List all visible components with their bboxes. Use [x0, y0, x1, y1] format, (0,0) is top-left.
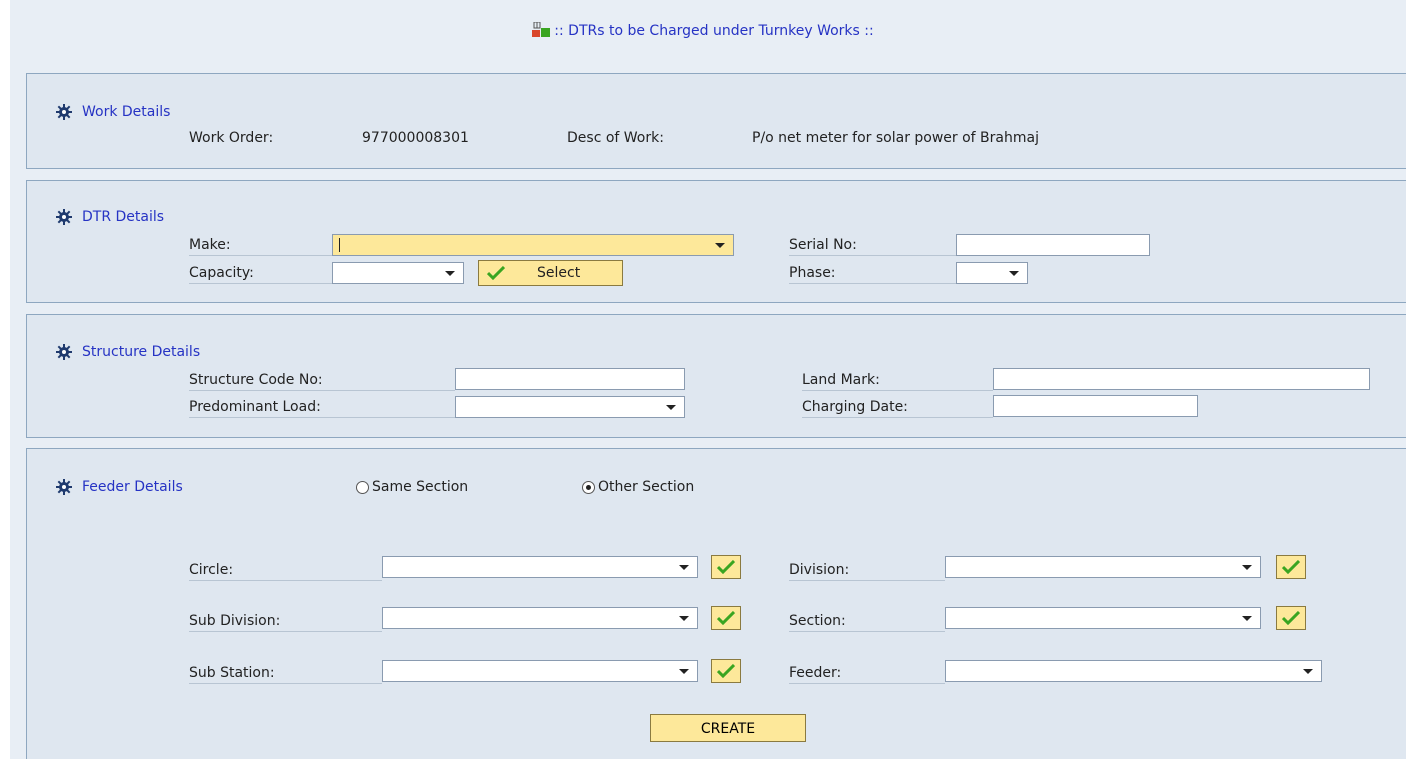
chevron-down-icon — [1303, 669, 1313, 674]
check-icon — [717, 664, 735, 678]
feeder-details-heading-text: Feeder Details — [82, 479, 183, 495]
work-details-heading-text: Work Details — [82, 104, 171, 120]
page-title: :: DTRs to be Charged under Turnkey Work… — [0, 22, 1406, 39]
chevron-down-icon — [715, 243, 725, 248]
phase-select[interactable] — [956, 262, 1028, 284]
chevron-down-icon — [679, 616, 689, 621]
structure-code-input[interactable] — [455, 368, 685, 390]
capacity-label: Capacity: — [189, 265, 332, 284]
division-select[interactable] — [945, 556, 1261, 578]
sub-station-label: Sub Station: — [189, 665, 382, 684]
radio-button-selected-icon — [582, 480, 595, 494]
dtr-details-heading-text: DTR Details — [82, 209, 165, 225]
capacity-select[interactable] — [332, 262, 464, 284]
chevron-down-icon — [1009, 271, 1019, 276]
circle-select[interactable] — [382, 556, 698, 578]
page-title-text: :: DTRs to be Charged under Turnkey Work… — [554, 23, 874, 39]
radio-other-section-label: Other Section — [598, 479, 695, 495]
section-label: Section: — [789, 613, 945, 632]
radio-same-section-label: Same Section — [372, 479, 469, 495]
chevron-down-icon — [679, 565, 689, 570]
make-label: Make: — [189, 237, 332, 256]
predominant-load-select[interactable] — [455, 396, 685, 418]
structure-details-heading-text: Structure Details — [82, 344, 201, 360]
work-details-heading: Work Details — [56, 104, 170, 120]
work-order-label: Work Order: — [189, 130, 274, 146]
desc-of-work-label: Desc of Work: — [567, 130, 664, 146]
land-mark-label: Land Mark: — [802, 372, 993, 391]
chevron-down-icon — [679, 669, 689, 674]
make-select[interactable] — [332, 234, 734, 256]
radio-button-icon — [356, 480, 369, 494]
gear-icon — [56, 104, 72, 120]
predominant-load-label: Predominant Load: — [189, 399, 455, 418]
check-icon — [717, 560, 735, 574]
transformer-icon — [532, 22, 551, 37]
radio-other-section[interactable]: Other Section — [582, 479, 694, 495]
radio-same-section[interactable]: Same Section — [356, 479, 468, 495]
feeder-select[interactable] — [945, 660, 1322, 682]
check-icon — [717, 611, 735, 625]
work-order-value: 977000008301 — [362, 130, 469, 146]
feeder-details-heading: Feeder Details — [56, 479, 183, 495]
division-confirm-button[interactable] — [1276, 555, 1306, 579]
select-button-label: Select — [537, 265, 581, 281]
feeder-details-panel — [26, 448, 1406, 759]
feeder-label: Feeder: — [789, 665, 945, 684]
gear-icon — [56, 344, 72, 360]
charging-date-input[interactable] — [993, 395, 1198, 417]
sub-division-select[interactable] — [382, 607, 698, 629]
circle-confirm-button[interactable] — [711, 555, 741, 579]
text-caret — [339, 238, 340, 252]
desc-of-work-value: P/o net meter for solar power of Brahmaj — [752, 130, 1039, 146]
circle-label: Circle: — [189, 562, 382, 581]
charging-date-label: Charging Date: — [802, 399, 993, 418]
chevron-down-icon — [666, 405, 676, 410]
sub-division-label: Sub Division: — [189, 613, 382, 632]
division-label: Division: — [789, 562, 945, 581]
work-details-panel — [26, 73, 1406, 169]
dtr-details-heading: DTR Details — [56, 209, 164, 225]
create-button[interactable]: CREATE — [650, 714, 806, 742]
structure-code-label: Structure Code No: — [189, 372, 455, 391]
check-icon — [1282, 611, 1300, 625]
sub-station-confirm-button[interactable] — [711, 659, 741, 683]
land-mark-input[interactable] — [993, 368, 1370, 390]
gear-icon — [56, 479, 72, 495]
serial-no-label: Serial No: — [789, 237, 956, 256]
sub-division-confirm-button[interactable] — [711, 606, 741, 630]
section-confirm-button[interactable] — [1276, 606, 1306, 630]
section-select[interactable] — [945, 607, 1261, 629]
sub-station-select[interactable] — [382, 660, 698, 682]
gear-icon — [56, 209, 72, 225]
check-icon — [1282, 560, 1300, 574]
chevron-down-icon — [445, 271, 455, 276]
serial-no-input[interactable] — [956, 234, 1150, 256]
chevron-down-icon — [1242, 616, 1252, 621]
chevron-down-icon — [1242, 565, 1252, 570]
check-icon — [487, 266, 505, 280]
phase-label: Phase: — [789, 265, 956, 284]
structure-details-heading: Structure Details — [56, 344, 200, 360]
select-button[interactable]: Select — [478, 260, 623, 286]
